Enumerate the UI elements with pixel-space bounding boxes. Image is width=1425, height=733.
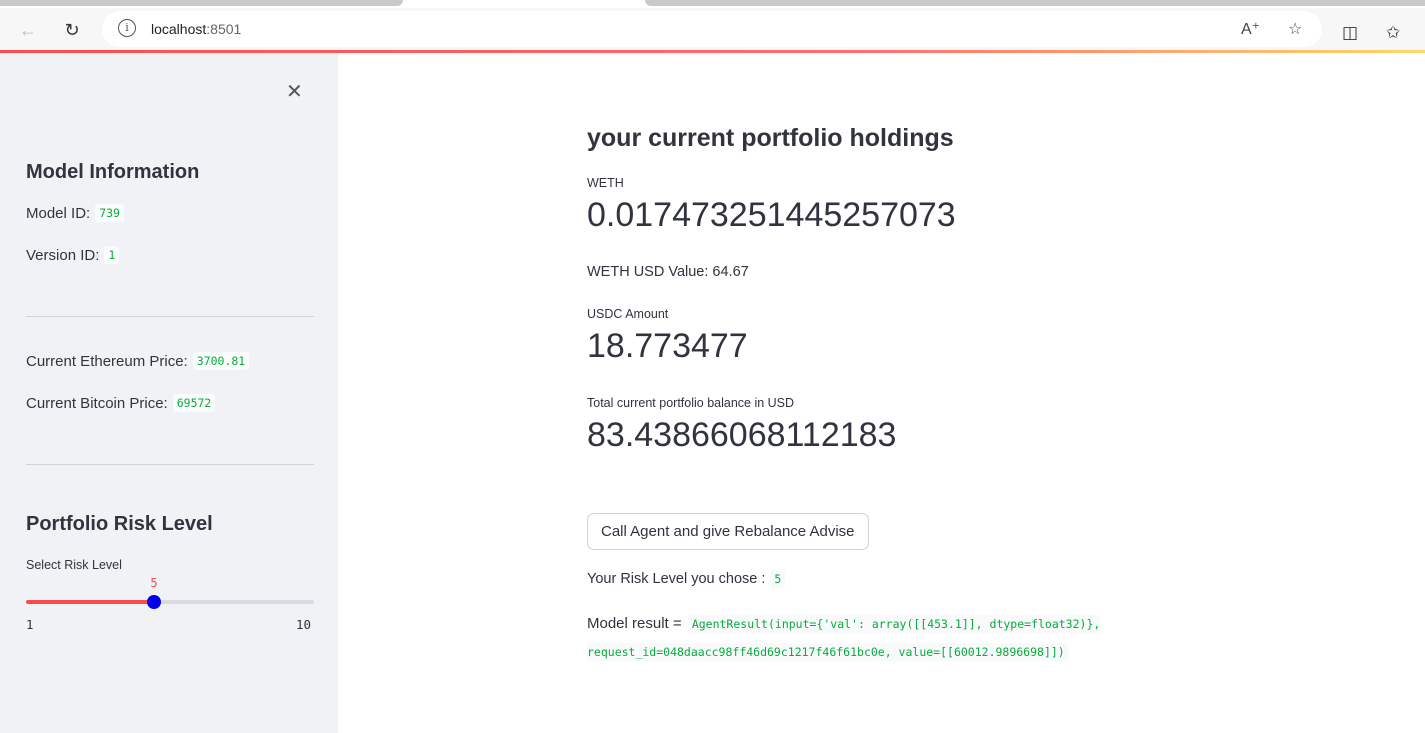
version-id-row: Version ID: 1 <box>26 246 120 264</box>
close-sidebar-icon[interactable]: ✕ <box>286 79 303 104</box>
slider-label: Select Risk Level <box>26 558 122 572</box>
model-id-value: 739 <box>95 204 124 222</box>
sidebar: ✕ Model Information Model ID: 739 Versio… <box>0 53 338 733</box>
risk-level-heading: Portfolio Risk Level <box>26 513 213 535</box>
model-info-heading: Model Information <box>26 161 200 183</box>
eth-price-label: Current Ethereum Price: <box>26 352 188 370</box>
model-id-row: Model ID: 739 <box>26 204 124 222</box>
browser-tab[interactable] <box>645 0 1425 6</box>
tab-strip <box>0 0 1425 8</box>
browser-toolbar: ← ↻ i localhost:8501 A⁺ ☆ ◫ ✩ <box>0 8 1425 50</box>
total-metric-label: Total current portfolio balance in USD <box>587 396 795 410</box>
total-metric-value: 83.43866068112183 <box>587 416 897 454</box>
usdc-metric-label: USDC Amount <box>587 307 669 321</box>
reload-icon[interactable]: ↻ <box>58 16 86 44</box>
weth-metric-value: 0.017473251445257073 <box>587 196 956 234</box>
back-icon[interactable]: ← <box>14 16 42 44</box>
risk-chosen-value: 5 <box>770 570 786 588</box>
call-agent-button[interactable]: Call Agent and give Rebalance Advise <box>587 513 869 550</box>
favorite-star-icon[interactable]: ☆ <box>1288 19 1302 39</box>
model-result-label: Model result = <box>587 615 682 632</box>
slider-thumb[interactable] <box>147 595 161 609</box>
address-bar[interactable]: i localhost:8501 A⁺ ☆ <box>102 11 1322 47</box>
slider-max: 10 <box>296 617 312 632</box>
divider <box>26 316 314 317</box>
risk-chosen-row: Your Risk Level you chose : 5 <box>587 570 786 588</box>
model-result: Model result = AgentResult(input={'val':… <box>587 610 1147 666</box>
slider-fill <box>26 600 154 604</box>
version-id-label: Version ID: <box>26 246 100 264</box>
risk-slider[interactable]: 5 <box>26 576 314 609</box>
slider-min: 1 <box>26 617 34 632</box>
eth-price-row: Current Ethereum Price: 3700.81 <box>26 352 250 370</box>
info-icon[interactable]: i <box>118 19 136 37</box>
slider-value: 5 <box>150 576 158 590</box>
btc-price-row: Current Bitcoin Price: 69572 <box>26 394 216 412</box>
favorites-icon[interactable]: ✩ <box>1386 23 1400 43</box>
eth-price-value: 3700.81 <box>192 352 250 370</box>
browser-tab[interactable] <box>0 0 403 6</box>
weth-metric-label: WETH <box>587 176 624 190</box>
main-content: your current portfolio holdings WETH 0.0… <box>338 53 1425 733</box>
divider <box>26 464 314 465</box>
risk-chosen-label: Your Risk Level you chose : <box>587 571 766 587</box>
read-aloud-icon[interactable]: A⁺ <box>1241 19 1260 39</box>
split-screen-icon[interactable]: ◫ <box>1342 23 1358 43</box>
usdc-metric-value: 18.773477 <box>587 327 748 365</box>
btc-price-value: 69572 <box>172 394 216 412</box>
url-text[interactable]: localhost:8501 <box>151 21 241 37</box>
version-id-value: 1 <box>104 246 120 264</box>
page-title: your current portfolio holdings <box>587 124 954 152</box>
model-id-label: Model ID: <box>26 204 91 222</box>
weth-usd-text: WETH USD Value: 64.67 <box>587 264 749 280</box>
btc-price-label: Current Bitcoin Price: <box>26 394 168 412</box>
